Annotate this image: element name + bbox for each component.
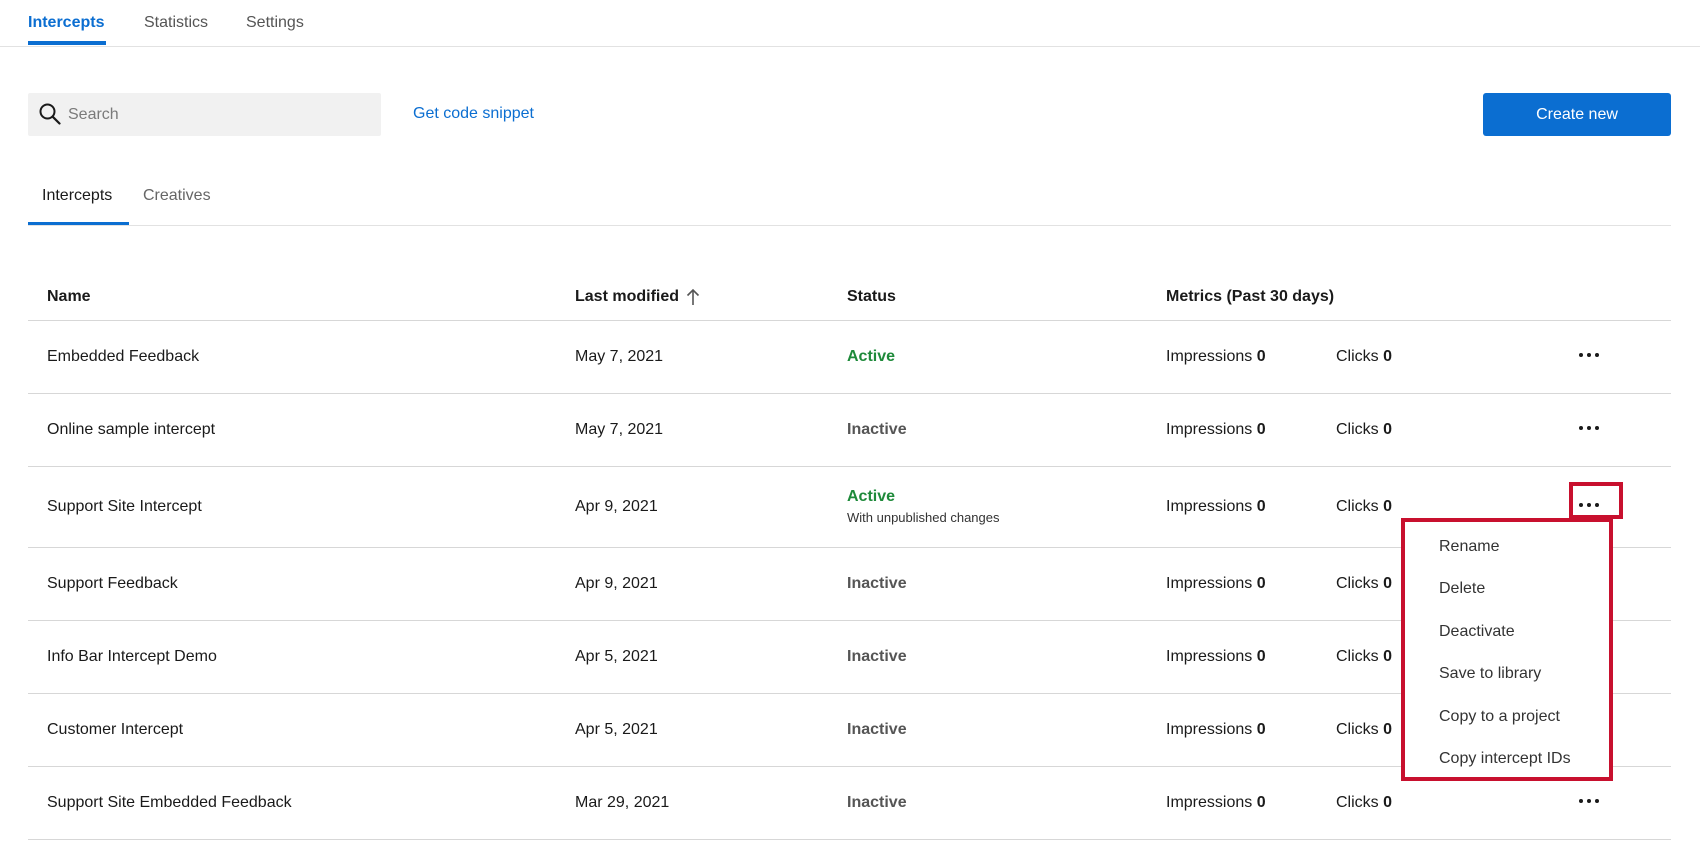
clicks-value: 0 <box>1383 421 1393 438</box>
active-subtab-indicator <box>28 222 129 225</box>
header-last-modified[interactable]: Last modified <box>575 287 679 307</box>
clicks-value: 0 <box>1383 348 1393 365</box>
more-actions-icon[interactable] <box>1574 345 1604 365</box>
table-row: Embedded Feedback May 7, 2021 Active Imp… <box>28 321 1671 394</box>
clicks-label: Clicks <box>1336 498 1379 515</box>
subtab-creatives[interactable]: Creatives <box>143 186 211 206</box>
impressions-value: 0 <box>1256 498 1266 515</box>
menu-item-delete[interactable]: Delete <box>1439 579 1485 599</box>
clicks-label: Clicks <box>1336 721 1379 738</box>
clicks-value: 0 <box>1383 794 1393 811</box>
clicks-label: Clicks <box>1336 575 1379 592</box>
create-new-button[interactable]: Create new <box>1483 93 1671 136</box>
impressions-label: Impressions <box>1166 348 1253 365</box>
intercept-name[interactable]: Support Feedback <box>47 574 178 594</box>
intercept-name[interactable]: Support Site Intercept <box>47 497 202 517</box>
impressions-label: Impressions <box>1166 721 1253 738</box>
tab-intercepts[interactable]: Intercepts <box>28 13 104 33</box>
arrow-up-icon[interactable] <box>685 288 701 306</box>
intercept-name[interactable]: Online sample intercept <box>47 420 215 440</box>
clicks-value: 0 <box>1383 575 1393 592</box>
impressions-label: Impressions <box>1166 648 1253 665</box>
status-label: Inactive <box>847 721 907 738</box>
last-modified-date: May 7, 2021 <box>575 421 664 438</box>
clicks-value: 0 <box>1383 498 1393 515</box>
intercept-name[interactable]: Info Bar Intercept Demo <box>47 647 217 667</box>
status-label: Inactive <box>847 421 907 438</box>
menu-item-rename[interactable]: Rename <box>1439 537 1499 557</box>
sub-tabs: Intercepts Creatives <box>28 160 1671 226</box>
context-menu: Rename Delete Deactivate Save to library… <box>1401 518 1613 781</box>
status-label: Inactive <box>847 794 907 811</box>
impressions-label: Impressions <box>1166 421 1253 438</box>
impressions-value: 0 <box>1256 348 1266 365</box>
status-label: Active <box>847 348 896 365</box>
status-label: Inactive <box>847 575 907 592</box>
header-status[interactable]: Status <box>847 287 896 307</box>
menu-item-deactivate[interactable]: Deactivate <box>1439 622 1515 642</box>
status-label: Inactive <box>847 648 907 665</box>
clicks-value: 0 <box>1383 721 1393 738</box>
impressions-value: 0 <box>1256 794 1266 811</box>
impressions-value: 0 <box>1256 575 1266 592</box>
impressions-value: 0 <box>1256 421 1266 438</box>
clicks-label: Clicks <box>1336 794 1379 811</box>
intercept-name[interactable]: Embedded Feedback <box>47 347 199 367</box>
intercept-name[interactable]: Customer Intercept <box>47 720 183 740</box>
subtab-intercepts[interactable]: Intercepts <box>42 186 112 206</box>
impressions-value: 0 <box>1256 721 1266 738</box>
impressions-label: Impressions <box>1166 794 1253 811</box>
last-modified-date: Mar 29, 2021 <box>575 794 670 811</box>
impressions-value: 0 <box>1256 648 1266 665</box>
tab-statistics[interactable]: Statistics <box>144 13 208 33</box>
menu-item-copy-intercept-ids[interactable]: Copy intercept IDs <box>1439 749 1571 769</box>
search-icon <box>39 103 61 125</box>
table-row: Online sample intercept May 7, 2021 Inac… <box>28 394 1671 467</box>
intercept-name[interactable]: Support Site Embedded Feedback <box>47 793 292 813</box>
more-actions-highlight <box>1569 482 1623 519</box>
clicks-value: 0 <box>1383 648 1393 665</box>
menu-item-save-to-library[interactable]: Save to library <box>1439 664 1541 684</box>
header-metrics: Metrics (Past 30 days) <box>1166 288 1335 305</box>
status-label: Active <box>847 488 896 505</box>
more-actions-icon[interactable] <box>1574 791 1604 811</box>
last-modified-date: Apr 5, 2021 <box>575 721 658 738</box>
header-name[interactable]: Name <box>47 287 91 307</box>
impressions-label: Impressions <box>1166 498 1253 515</box>
last-modified-date: Apr 9, 2021 <box>575 498 658 515</box>
top-nav: Intercepts Statistics Settings <box>0 0 1700 47</box>
search-input[interactable] <box>64 93 368 136</box>
last-modified-date: May 7, 2021 <box>575 348 664 365</box>
more-actions-icon[interactable] <box>1574 418 1604 438</box>
clicks-label: Clicks <box>1336 648 1379 665</box>
status-note: With unpublished changes <box>847 510 1000 525</box>
tab-settings[interactable]: Settings <box>246 13 304 33</box>
impressions-label: Impressions <box>1166 575 1253 592</box>
active-tab-indicator <box>28 41 106 45</box>
search-box[interactable] <box>28 93 381 136</box>
menu-item-copy-to-project[interactable]: Copy to a project <box>1439 707 1560 727</box>
clicks-label: Clicks <box>1336 421 1379 438</box>
last-modified-date: Apr 5, 2021 <box>575 648 658 665</box>
table-header: Name Last modified Status Metrics (Past … <box>28 270 1671 321</box>
last-modified-date: Apr 9, 2021 <box>575 575 658 592</box>
get-code-snippet-link[interactable]: Get code snippet <box>413 104 534 124</box>
clicks-label: Clicks <box>1336 348 1379 365</box>
